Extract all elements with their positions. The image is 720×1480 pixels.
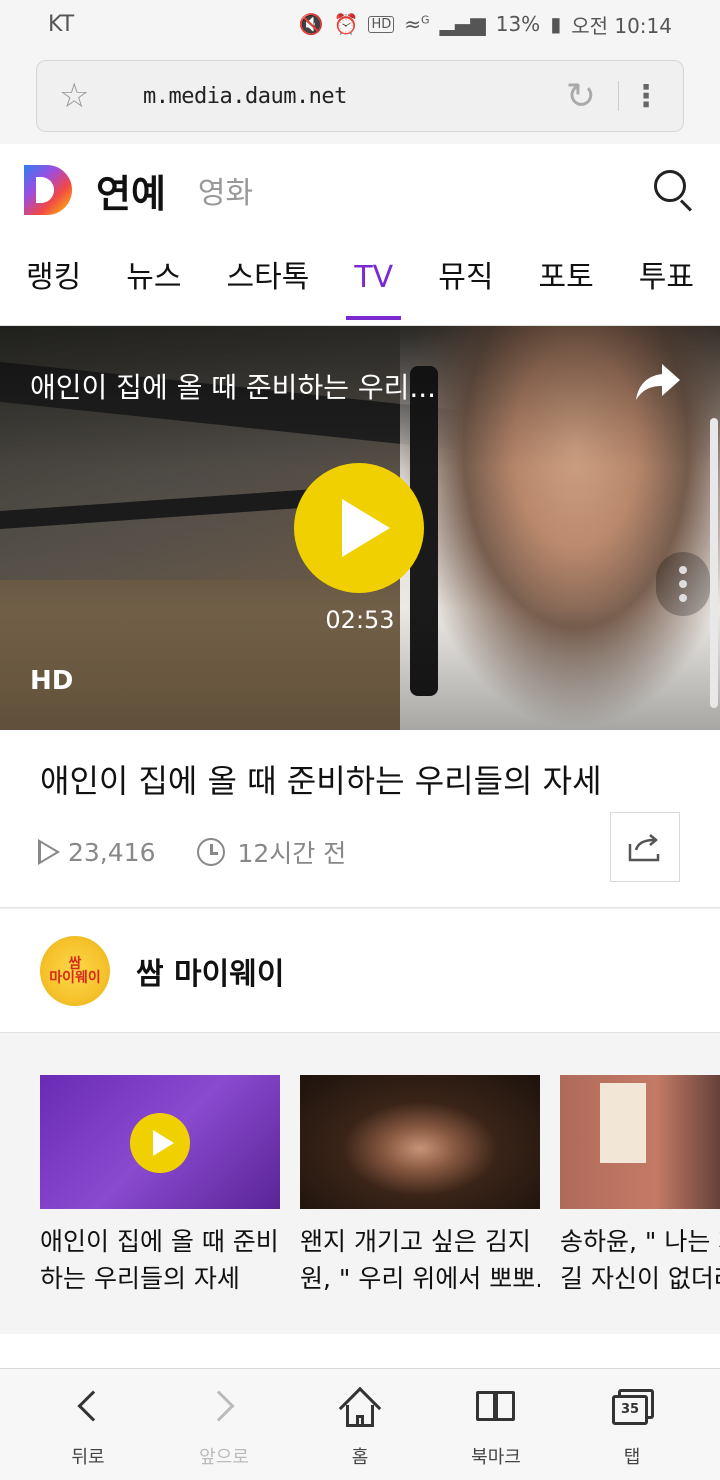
video-thumbnail[interactable] xyxy=(560,1075,720,1209)
battery-percent: 13% xyxy=(495,12,541,36)
url-text[interactable]: m.media.daum.net xyxy=(103,84,556,109)
tab-tv[interactable]: TV xyxy=(346,236,402,326)
share-arrow-icon xyxy=(628,834,660,862)
related-videos: 애인이 집에 올 때 준비 하는 우리들의 자세 왠지 개기고 싶은 김지 원, "… xyxy=(0,1032,720,1334)
related-title[interactable]: 송하윤, " 나는 자길 자신이 없더라 xyxy=(560,1223,720,1297)
related-title[interactable]: 애인이 집에 올 때 준비 하는 우리들의 자세 xyxy=(40,1223,280,1297)
chevron-right-icon xyxy=(202,1385,246,1429)
tabs-icon: 35 xyxy=(610,1385,654,1429)
share-icon[interactable] xyxy=(634,360,684,404)
clock-icon xyxy=(197,838,226,866)
share-button[interactable] xyxy=(610,812,680,882)
forward-button[interactable]: 앞으로 xyxy=(156,1369,292,1480)
video-duration: 02:53 xyxy=(325,606,395,634)
section-title[interactable]: 연예 xyxy=(96,163,166,218)
video-thumbnail[interactable] xyxy=(300,1075,540,1209)
tab-vote[interactable]: 투표 xyxy=(639,236,694,326)
tab-startalk[interactable]: 스타톡 xyxy=(227,236,310,326)
back-label: 뒤로 xyxy=(71,1447,105,1468)
forward-label: 앞으로 xyxy=(199,1447,249,1468)
channel-row[interactable]: 쌈 마이웨이 쌈 마이웨이 xyxy=(0,908,720,1032)
status-icons: 🔇 ⏰ HD ≈G ▂▄▆ 13% ▮ 오전 10:14 xyxy=(299,10,672,39)
site-header: 연예 영화 xyxy=(0,144,720,236)
mute-icon: 🔇 xyxy=(298,12,324,36)
daum-logo-mark xyxy=(24,165,72,215)
home-label: 홈 xyxy=(351,1447,369,1468)
home-icon xyxy=(338,1385,382,1430)
divider xyxy=(618,81,619,111)
video-title: 애인이 집에 올 때 준비하는 우리... xyxy=(30,371,437,404)
article-title: 애인이 집에 올 때 준비하는 우리들의 자세 xyxy=(40,762,602,800)
search-icon[interactable] xyxy=(652,168,696,212)
refresh-icon[interactable]: ↻ xyxy=(556,76,606,117)
wifi-icon: ≈G xyxy=(404,12,430,36)
chevron-left-icon xyxy=(66,1385,110,1429)
tabs-button[interactable]: 35 탭 xyxy=(564,1369,700,1480)
home-button[interactable]: 홈 xyxy=(292,1369,428,1480)
daum-logo[interactable] xyxy=(24,165,72,215)
content-spacer xyxy=(0,1334,720,1368)
status-time: 오전 10:14 xyxy=(571,13,672,38)
play-icon xyxy=(130,1113,190,1173)
hd-icon: HD xyxy=(368,15,395,33)
carrier-label: KT xyxy=(48,11,75,37)
more-options-icon[interactable] xyxy=(656,552,710,616)
category-tabs: 랭킹 뉴스 스타톡 TV 뮤직 포토 투표 xyxy=(0,236,720,326)
play-count-icon xyxy=(38,839,60,865)
more-vertical-icon[interactable]: ⋮ xyxy=(631,79,661,114)
related-card[interactable]: 왠지 개기고 싶은 김지 원, " 우리 위에서 뽀뽀... xyxy=(300,1075,540,1297)
tab-ranking[interactable]: 랭킹 xyxy=(26,236,81,326)
tab-photo[interactable]: 포토 xyxy=(539,236,594,326)
bookmark-button[interactable]: 북마크 xyxy=(428,1369,564,1480)
related-card[interactable]: 송하윤, " 나는 자길 자신이 없더라 xyxy=(560,1075,720,1297)
network-type: G xyxy=(421,13,430,27)
scrollbar[interactable] xyxy=(710,418,718,708)
tabs-label: 탭 xyxy=(623,1447,641,1468)
related-title[interactable]: 왠지 개기고 싶은 김지 원, " 우리 위에서 뽀뽀... xyxy=(300,1223,540,1297)
bookmark-label: 북마크 xyxy=(471,1447,521,1468)
hd-badge: HD xyxy=(30,666,74,696)
signal-icon: ▂▄▆ xyxy=(439,12,486,36)
time-ago: 12시간 전 xyxy=(237,839,347,868)
video-player[interactable]: 애인이 집에 올 때 준비하는 우리... 02:53 HD xyxy=(0,326,720,730)
back-button[interactable]: 뒤로 xyxy=(20,1369,156,1480)
status-bar: KT 🔇 ⏰ HD ≈G ▂▄▆ 13% ▮ 오전 10:14 xyxy=(0,0,720,48)
related-card[interactable]: 애인이 집에 올 때 준비 하는 우리들의 자세 xyxy=(40,1075,280,1297)
battery-icon: ▮ xyxy=(550,12,562,36)
browser-toolbar: ☆ m.media.daum.net ↻ ⋮ xyxy=(0,48,720,144)
browser-bottom-nav: 뒤로 앞으로 홈 북마크 35 탭 xyxy=(0,1368,720,1480)
tab-count: 35 xyxy=(612,1395,648,1425)
channel-logo[interactable]: 쌈 마이웨이 xyxy=(40,935,110,1006)
star-icon[interactable]: ☆ xyxy=(59,76,103,116)
alarm-icon: ⏰ xyxy=(333,12,359,36)
section-link-movie[interactable]: 영화 xyxy=(198,168,253,212)
view-count: 23,416 xyxy=(68,837,156,867)
book-icon xyxy=(474,1385,518,1429)
address-bar[interactable]: ☆ m.media.daum.net ↻ ⋮ xyxy=(36,60,684,132)
video-thumbnail[interactable] xyxy=(40,1075,280,1209)
tab-music[interactable]: 뮤직 xyxy=(438,236,493,326)
tab-news[interactable]: 뉴스 xyxy=(126,236,181,326)
video-info: 애인이 집에 올 때 준비하는 우리들의 자세 23,416 12시간 전 xyxy=(0,730,720,908)
play-button[interactable] xyxy=(294,463,424,593)
video-meta: 23,416 12시간 전 xyxy=(38,834,346,870)
channel-name[interactable]: 쌈 마이웨이 xyxy=(136,949,284,993)
